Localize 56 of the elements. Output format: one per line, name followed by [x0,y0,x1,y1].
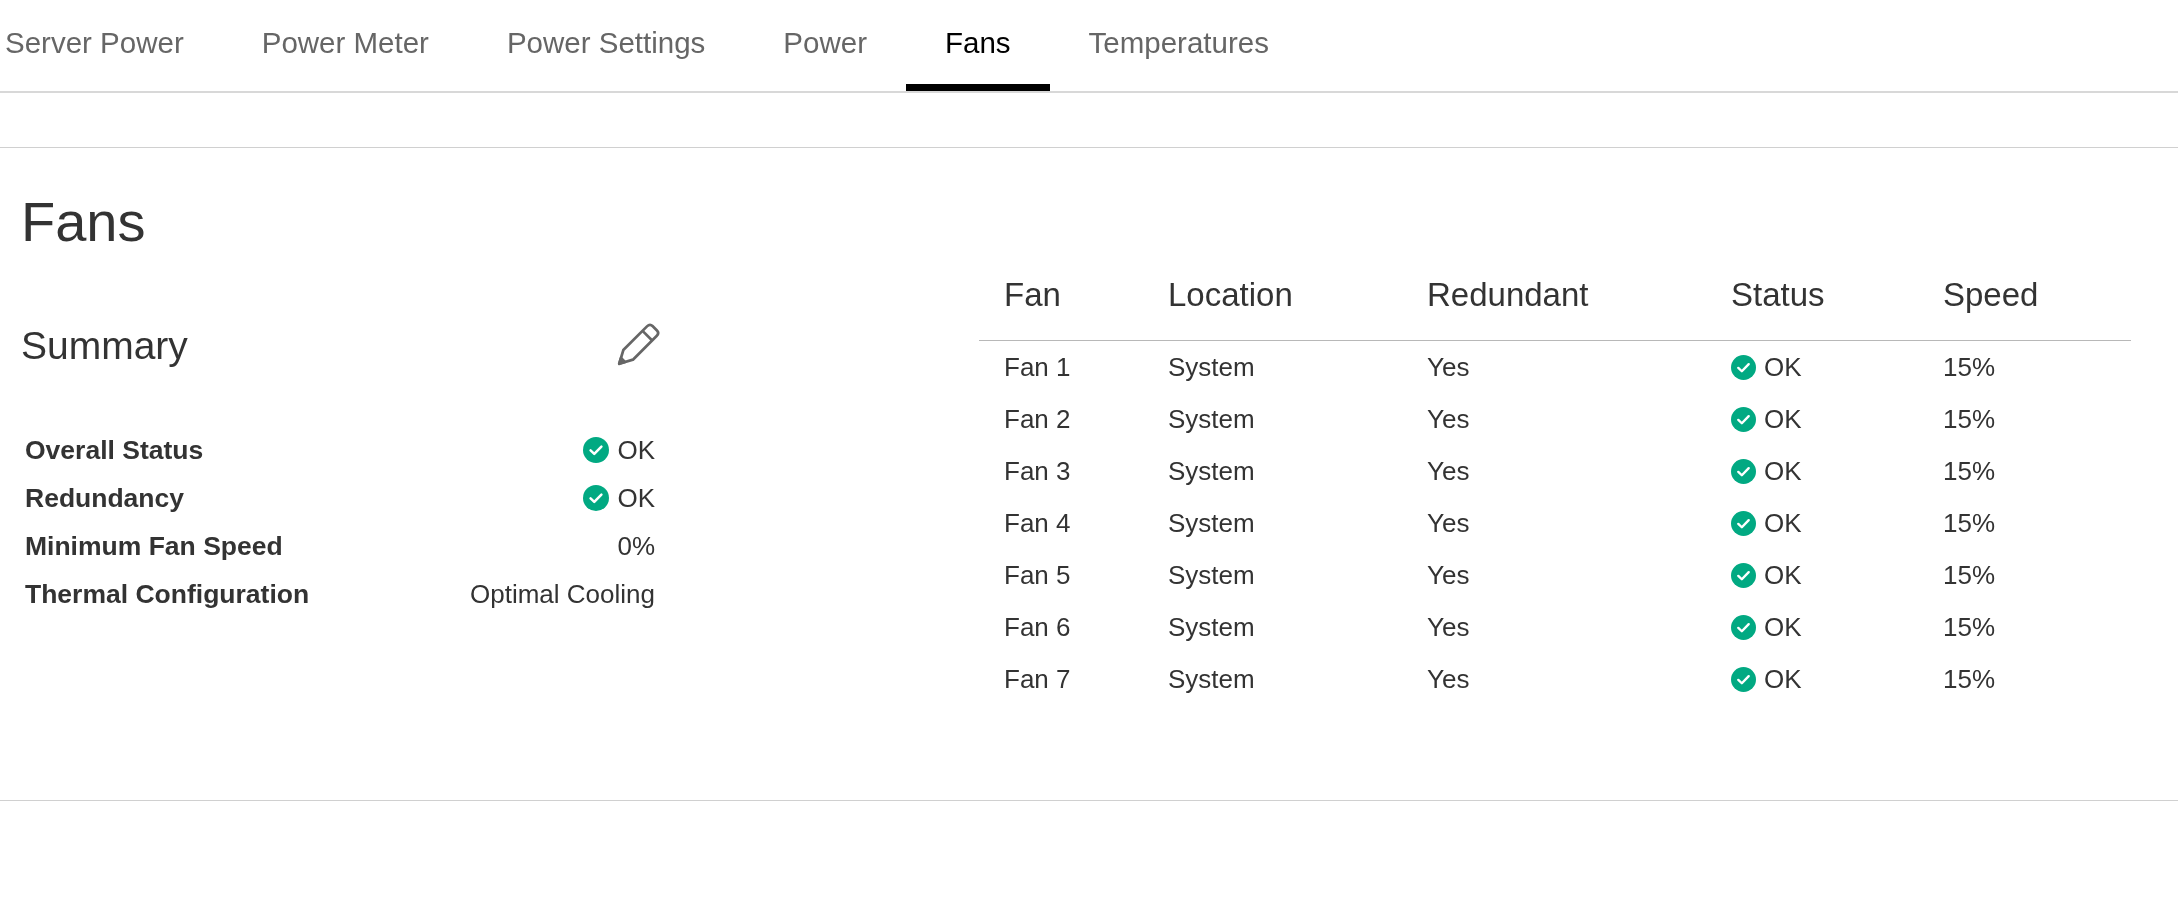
table-cell-text: System [1167,558,1256,592]
tab[interactable]: Power Settings [467,0,745,91]
column-header: Fan [979,275,1143,341]
table-cell-text: 15% [1942,610,1997,644]
table-cell-text: Yes [1426,558,1471,592]
table-cell-text: 15% [1942,506,1997,540]
table-cell-text: Fan 4 [1003,506,1072,540]
table-cell-text: Yes [1426,506,1471,540]
status-text: OK [1764,664,1802,696]
table-cell-text: System [1167,610,1256,644]
column-header: Status [1706,275,1918,341]
table-cell-text: 15% [1942,402,1997,436]
tab[interactable]: Temperatures [1049,0,1308,91]
table-cell-text: System [1167,506,1256,540]
summary-label: Thermal Configuration [25,578,310,610]
status-text: OK [1764,508,1802,540]
section-title: Summary [21,323,188,369]
table-cell-text: Fan 7 [1003,662,1072,696]
status-text: OK [1764,404,1802,436]
column-header: Location [1143,275,1402,341]
column-header: Redundant [1402,275,1706,341]
table-cell-text: Fan 6 [1003,610,1072,644]
table-cell-text: Fan 3 [1003,454,1072,488]
table-cell-text: System [1167,662,1256,696]
tab[interactable]: Power [744,0,906,91]
table-cell-text: Fan 2 [1003,402,1072,436]
status-text: OK [1764,456,1802,488]
summary-label: Minimum Fan Speed [25,530,283,562]
table-cell-text: 15% [1942,454,1997,488]
column-header: Speed [1918,275,2131,341]
table-cell-text: Yes [1426,402,1471,436]
table-cell-text: Yes [1426,610,1471,644]
page-title: Fans [21,189,147,255]
table-cell-text: System [1167,402,1256,436]
table-cell: 15% [1918,340,2131,393]
table-cell: System [1143,340,1402,393]
table-cell-text: Fan 5 [1003,558,1072,592]
summary-label: Redundancy [25,482,185,514]
tab[interactable]: Fans [905,0,1050,91]
table-cell: Yes [1402,340,1706,393]
status-text: OK [1764,352,1802,384]
table-cell-text: Yes [1426,662,1471,696]
status-text: OK [617,434,655,466]
summary-value: Optimal Cooling [470,578,655,610]
table-cell: Fan 1 [979,340,1143,393]
status-text: OK [617,482,655,514]
table-cell-text: Yes [1426,454,1471,488]
status-text: OK [1764,612,1802,644]
table-cell-text: System [1167,454,1256,488]
tab[interactable]: Power Meter [222,0,468,91]
status-text: OK [1764,560,1802,592]
tab[interactable]: Server Power [0,0,223,91]
summary-value: 0% [617,530,655,562]
table-cell-text: 15% [1942,558,1997,592]
summary-label: Overall Status [25,434,204,466]
table-cell-text: 15% [1942,662,1997,696]
